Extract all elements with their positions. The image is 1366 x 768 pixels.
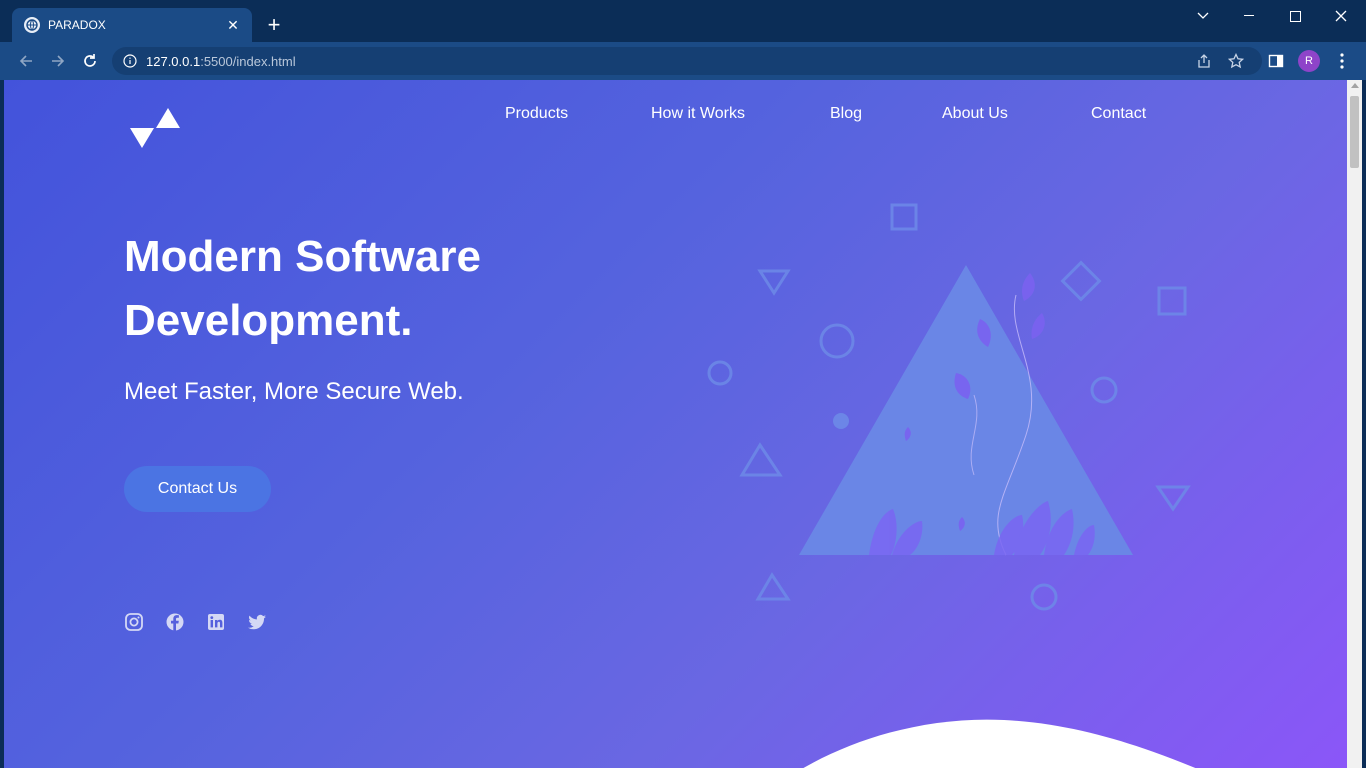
paradox-logo-icon[interactable] (130, 108, 180, 148)
twitter-icon[interactable] (247, 612, 267, 632)
hero-title: Modern Software Development. (124, 232, 481, 345)
hero-illustration (707, 203, 1191, 611)
tab-search-icon[interactable] (1180, 4, 1226, 28)
nav-products[interactable]: Products (505, 105, 568, 123)
share-icon[interactable] (1194, 51, 1214, 71)
contact-us-button[interactable]: Contact Us (124, 466, 271, 512)
facebook-icon[interactable] (165, 612, 185, 632)
url-host: 127.0.0.1 (146, 53, 201, 69)
site-info-icon[interactable] (122, 53, 138, 69)
back-button[interactable] (14, 49, 38, 73)
url-path: :5500/index.html (200, 53, 296, 69)
nav-how-it-works[interactable]: How it Works (651, 105, 745, 123)
browser-toolbar: 127.0.0.1 :5500/index.html R (0, 42, 1366, 80)
hero-subtitle: Meet Faster, More Secure Web. (124, 378, 464, 405)
instagram-icon[interactable] (124, 612, 144, 632)
close-window-button[interactable] (1318, 4, 1364, 28)
nav-blog[interactable]: Blog (830, 105, 862, 123)
maximize-button[interactable] (1272, 4, 1318, 28)
scroll-up-arrow-icon[interactable] (1351, 83, 1359, 88)
address-bar[interactable]: 127.0.0.1 :5500/index.html (112, 47, 1262, 75)
tab-close-icon[interactable]: ✕ (224, 17, 242, 34)
scroll-thumb[interactable] (1350, 96, 1359, 168)
bookmark-star-icon[interactable] (1226, 51, 1246, 71)
window-frame (1362, 80, 1366, 768)
nav-contact[interactable]: Contact (1091, 105, 1146, 123)
browser-tab[interactable]: PARADOX ✕ (12, 8, 252, 42)
minimize-button[interactable] (1226, 4, 1272, 28)
reload-button[interactable] (78, 49, 102, 73)
tab-title: PARADOX (48, 18, 106, 32)
forward-button[interactable] (46, 49, 70, 73)
profile-avatar[interactable]: R (1298, 50, 1320, 72)
bottom-wave (803, 719, 1196, 768)
nav-about-us[interactable]: About Us (942, 105, 1008, 123)
menu-kebab-icon[interactable] (1332, 51, 1352, 71)
page-viewport: Products How it Works Blog About Us Cont… (4, 80, 1347, 768)
side-panel-icon[interactable] (1266, 51, 1286, 71)
linkedin-icon[interactable] (206, 612, 226, 632)
page-scrollbar[interactable] (1347, 80, 1362, 768)
new-tab-button[interactable]: + (262, 14, 286, 38)
browser-titlebar: PARADOX ✕ + (0, 0, 1366, 42)
globe-icon (24, 17, 40, 33)
